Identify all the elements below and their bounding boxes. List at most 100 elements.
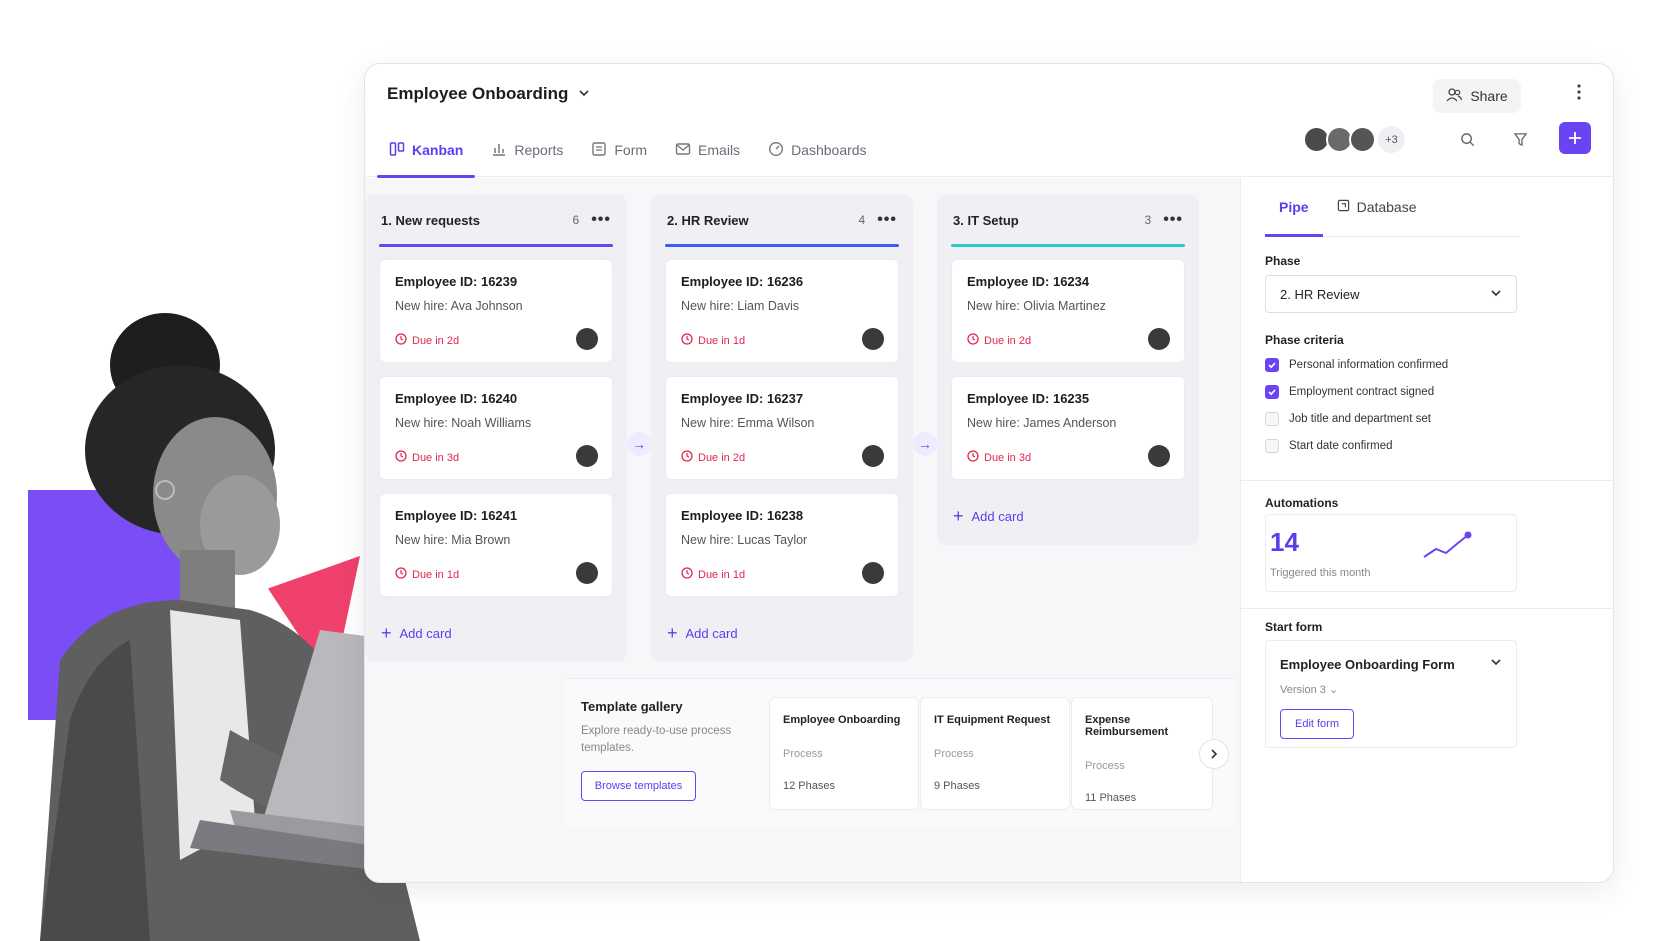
due-label: Due in 1d	[412, 568, 460, 581]
checkbox-checked[interactable]	[1265, 385, 1279, 399]
due-label: Due in 3d	[984, 451, 1032, 464]
chevron-down-icon	[578, 87, 590, 102]
criteria-label: Personal information confirmed	[1289, 359, 1449, 371]
kanban-column-hr-review: 2. HR Review 4 ••• Employee ID: 16236 Ne…	[651, 194, 913, 662]
column-options-icon[interactable]: •••	[591, 211, 611, 229]
arrow-right-icon[interactable]: →	[913, 432, 937, 456]
search-icon[interactable]	[1456, 128, 1478, 150]
tab-label: Form	[614, 142, 648, 158]
column-title: 3. IT Setup	[953, 212, 1019, 228]
avatar-overflow-count: +3	[1378, 126, 1405, 153]
gallery-description: Explore ready-to-use process templates.	[581, 725, 732, 754]
card-new-hire: New hire: Ava Johnson	[395, 299, 523, 313]
phase-label: Phase	[1265, 254, 1301, 268]
template-card[interactable]: IT Equipment Request Process 9 Phases	[920, 697, 1070, 810]
template-phases: 9 Phases	[934, 780, 980, 792]
card-employee-id: Employee ID: 16235	[967, 391, 1090, 406]
checkbox-checked[interactable]	[1265, 358, 1279, 372]
column-color-bar	[665, 244, 899, 247]
kanban-card[interactable]: Employee ID: 16236 New hire: Liam Davis …	[665, 259, 899, 363]
kanban-column-it-setup: 3. IT Setup 3 ••• Employee ID: 16234 New…	[937, 194, 1199, 545]
kanban-card[interactable]: Employee ID: 16235 New hire: James Ander…	[951, 376, 1185, 480]
column-options-icon[interactable]: •••	[1163, 211, 1183, 229]
template-card[interactable]: Expense Reimbursement Process 11 Phases	[1071, 697, 1213, 810]
clock-icon	[967, 333, 979, 348]
clock-icon	[395, 567, 407, 582]
column-count: 6	[572, 213, 580, 227]
card-employee-id: Employee ID: 16238	[681, 508, 804, 523]
arrow-right-icon[interactable]: →	[627, 432, 651, 456]
column-color-bar	[951, 244, 1185, 247]
column-count: 3	[1144, 213, 1152, 227]
share-button[interactable]: Share	[1433, 79, 1521, 113]
tab-database[interactable]: Database	[1323, 178, 1431, 236]
tab-label: Kanban	[412, 142, 464, 158]
kanban-card[interactable]: Employee ID: 16234 New hire: Olivia Mart…	[951, 259, 1185, 363]
kanban-card[interactable]: Employee ID: 16240 New hire: Noah Willia…	[379, 376, 613, 480]
criteria-item[interactable]: Start date confirmed	[1265, 439, 1393, 453]
tab-label: Reports	[514, 142, 564, 158]
tab-emails[interactable]: Emails	[661, 124, 754, 176]
card-new-hire: New hire: Emma Wilson	[681, 416, 815, 430]
form-version: Version 3	[1280, 684, 1326, 696]
browse-templates-button[interactable]: Browse templates	[581, 771, 696, 801]
tab-form[interactable]: Form	[577, 124, 661, 176]
filter-icon[interactable]	[1509, 128, 1531, 150]
card-employee-id: Employee ID: 16240	[395, 391, 518, 406]
column-options-icon[interactable]: •••	[877, 211, 897, 229]
assignee-avatar	[1148, 328, 1170, 350]
card-new-hire: New hire: Lucas Taylor	[681, 533, 808, 547]
form-name: Employee Onboarding Form	[1280, 657, 1455, 672]
template-card[interactable]: Employee Onboarding Process 12 Phases	[769, 697, 919, 810]
mail-icon	[675, 141, 691, 160]
phase-select[interactable]: 2. HR Review	[1265, 275, 1517, 313]
kanban-card[interactable]: Employee ID: 16239 New hire: Ava Johnson…	[379, 259, 613, 363]
member-avatars[interactable]: +3	[1303, 126, 1405, 153]
pipe-title-dropdown[interactable]: Employee Onboarding	[387, 84, 590, 104]
add-card-button[interactable]: + Add card	[665, 610, 899, 642]
add-card-button[interactable]: + Add card	[951, 493, 1185, 525]
add-button[interactable]	[1559, 122, 1591, 154]
divider	[1241, 480, 1613, 481]
column-color-bar	[379, 244, 613, 247]
criteria-item[interactable]: Personal information confirmed	[1265, 358, 1448, 372]
share-label: Share	[1470, 88, 1508, 104]
plus-icon: +	[381, 623, 392, 643]
form-version-dropdown[interactable]: Version 3 ⌄	[1280, 683, 1338, 696]
kanban-card[interactable]: Employee ID: 16237 New hire: Emma Wilson…	[665, 376, 899, 480]
edit-form-button[interactable]: Edit form	[1280, 709, 1354, 739]
more-options-icon[interactable]	[1577, 84, 1581, 103]
criteria-item[interactable]: Job title and department set	[1265, 412, 1431, 426]
tab-pipe[interactable]: Pipe	[1265, 178, 1323, 237]
tab-kanban[interactable]: Kanban	[375, 124, 477, 178]
kanban-card[interactable]: Employee ID: 16241 New hire: Mia Brown D…	[379, 493, 613, 597]
automations-count: 14	[1270, 527, 1299, 557]
checkbox-unchecked[interactable]	[1265, 439, 1279, 453]
tab-label: Database	[1356, 199, 1417, 215]
due-label: Due in 2d	[984, 334, 1032, 347]
clock-icon	[681, 333, 693, 348]
start-form-label: Start form	[1265, 620, 1323, 634]
assignee-avatar	[576, 562, 598, 584]
chevron-down-icon[interactable]	[1490, 655, 1502, 673]
add-card-button[interactable]: + Add card	[379, 610, 613, 642]
automations-card[interactable]: 14 Triggered this month	[1265, 514, 1517, 592]
kanban-icon	[389, 141, 405, 160]
checkbox-unchecked[interactable]	[1265, 412, 1279, 426]
clock-icon	[395, 333, 407, 348]
column-count: 4	[858, 213, 866, 227]
assignee-avatar	[862, 328, 884, 350]
form-icon	[591, 141, 607, 160]
tab-reports[interactable]: Reports	[477, 124, 577, 176]
automations-caption: Triggered this month	[1270, 567, 1371, 579]
chevron-right-icon[interactable]	[1199, 739, 1229, 769]
kanban-card[interactable]: Employee ID: 16238 New hire: Lucas Taylo…	[665, 493, 899, 597]
tab-dashboards[interactable]: Dashboards	[754, 124, 881, 176]
gallery-title: Template gallery	[581, 699, 683, 714]
criteria-item[interactable]: Employment contract signed	[1265, 385, 1434, 399]
avatar	[1349, 126, 1376, 153]
clock-icon	[681, 567, 693, 582]
side-panel: Pipe Database Phase 2. HR Review Phase c…	[1240, 178, 1613, 882]
due-badge: Due in 2d	[395, 333, 459, 348]
page-title: Employee Onboarding	[387, 84, 569, 103]
